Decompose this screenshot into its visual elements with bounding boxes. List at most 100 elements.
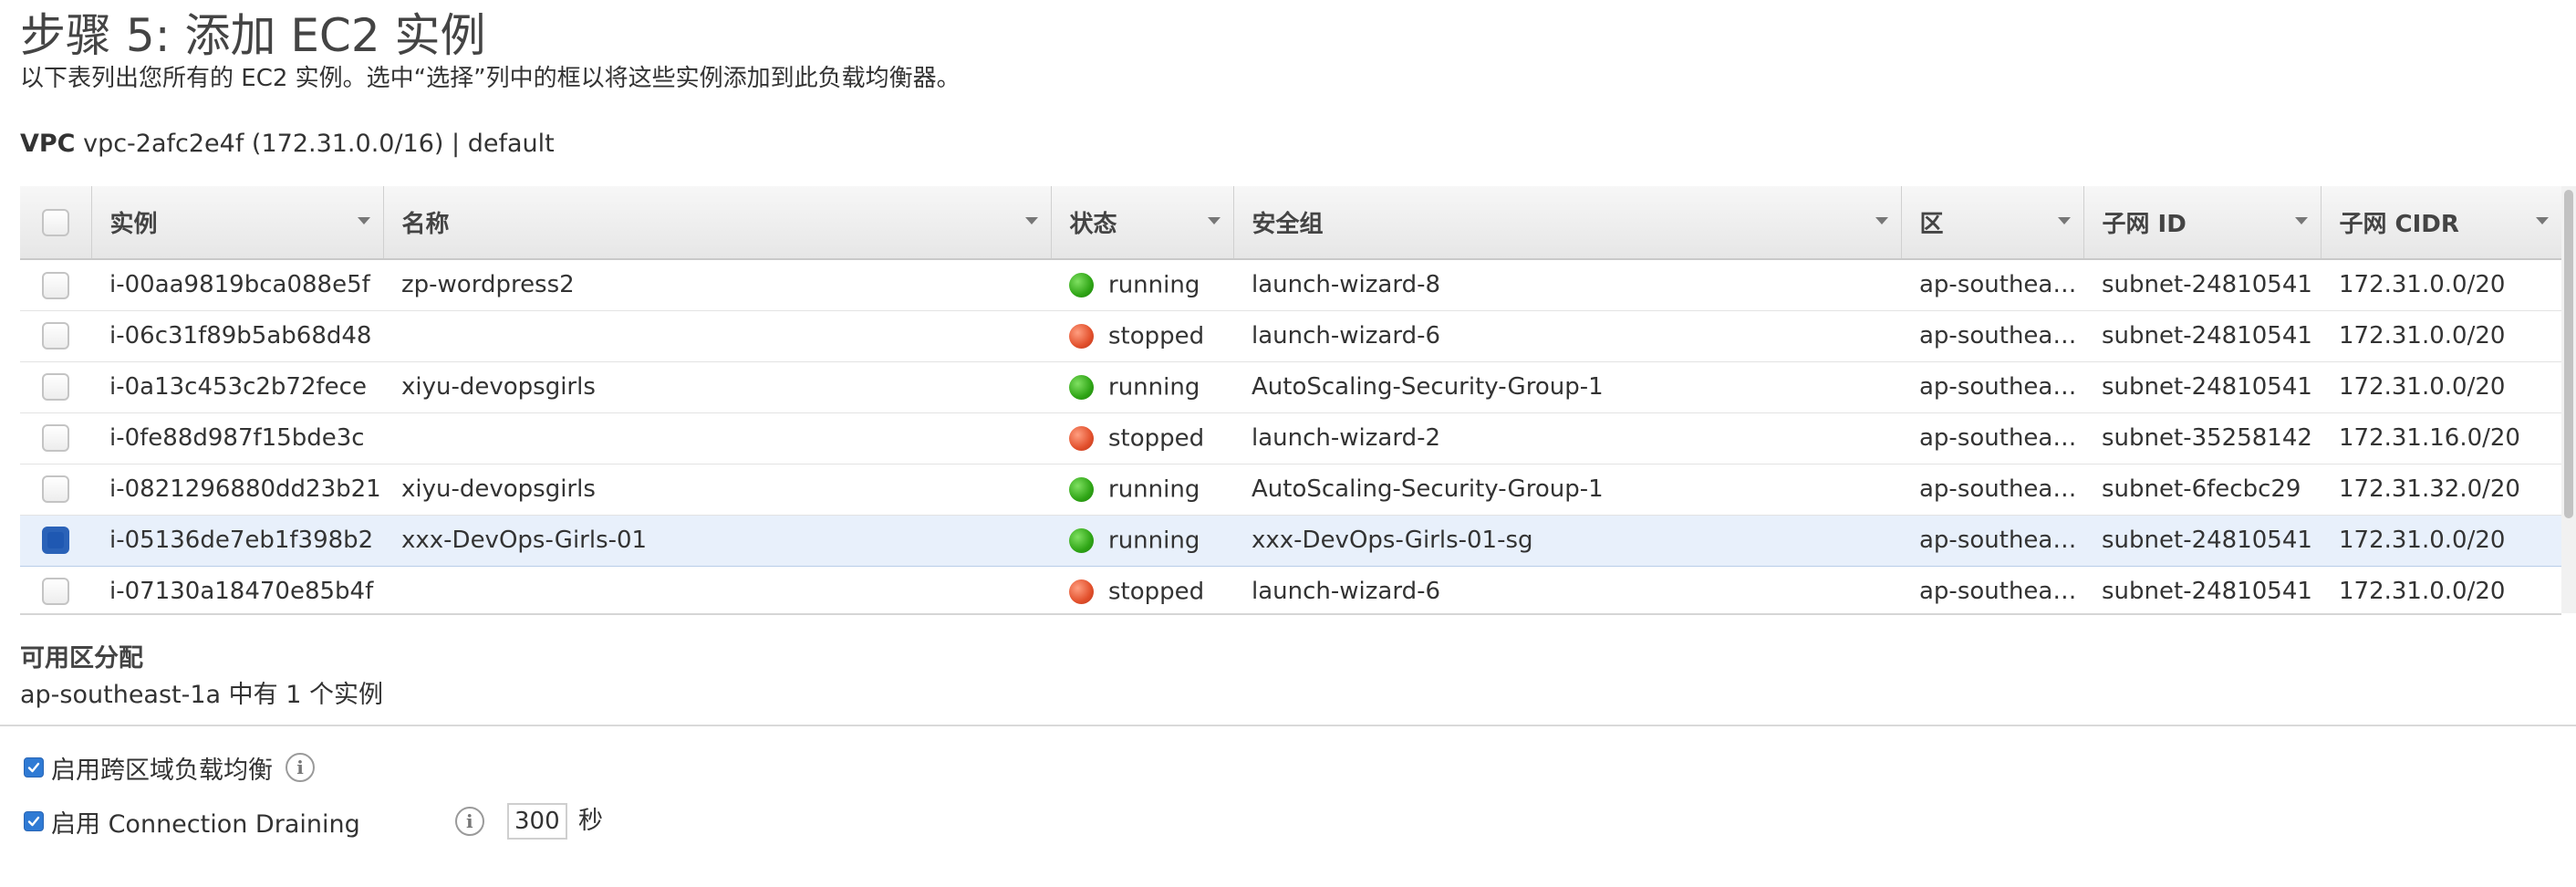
connection-draining-label[interactable]: 启用 Connection Draining [51, 804, 360, 840]
row-select-cell[interactable] [20, 566, 91, 613]
instance-state-cell: running [1051, 259, 1233, 310]
security-group-cell: AutoScaling-Security-Group-1 [1252, 373, 1604, 401]
row-select-cell[interactable] [20, 259, 91, 310]
zone-cell: ap-southeast-1a [1919, 322, 2083, 350]
zone-cell: ap-southeast-1c [1919, 475, 2083, 503]
instance-state-cell: stopped [1051, 310, 1233, 361]
instances-table: 实例 名称 状态 安全组 区 子网 ID 子网 CIDR i-00aa9819b… [20, 186, 2561, 613]
draining-timeout-unit: 秒 [578, 807, 603, 835]
column-header-subnet-cidr[interactable]: 子网 CIDR [2320, 186, 2561, 260]
table-row[interactable]: i-00aa9819bca088e5f zp-wordpress2 runnin… [20, 259, 2561, 310]
instance-name-cell: zp-wordpress2 [401, 271, 575, 299]
info-icon[interactable]: i [286, 753, 315, 782]
table-row[interactable]: i-06c31f89b5ab68d48 stopped launch-wizar… [20, 310, 2561, 361]
sort-caret-icon[interactable] [1024, 217, 1038, 224]
green-status-dot-icon [1069, 273, 1094, 297]
security-group-cell: launch-wizard-8 [1252, 271, 1440, 299]
row-checkbox[interactable] [42, 373, 69, 402]
select-all-header[interactable] [20, 186, 91, 260]
sort-caret-icon[interactable] [2536, 217, 2549, 224]
row-checkbox[interactable] [42, 578, 69, 606]
zone-cell: ap-southeast-1a [1919, 271, 2083, 299]
column-header-state[interactable]: 状态 [1050, 186, 1233, 260]
column-header-name[interactable]: 名称 [382, 186, 1051, 260]
checkmark-icon [27, 762, 40, 773]
sort-caret-icon[interactable] [2294, 217, 2308, 224]
sort-caret-icon[interactable] [357, 217, 370, 224]
subnet-id-cell: subnet-35258142 [2102, 424, 2312, 452]
subnet-cidr-cell: 172.31.0.0/20 [2339, 271, 2506, 299]
red-status-dot-icon [1069, 425, 1094, 451]
table-row[interactable]: i-05136de7eb1f398b2 xxx-DevOps-Girls-01 … [20, 515, 2561, 566]
row-select-cell[interactable] [20, 412, 91, 464]
instance-state-cell: stopped [1051, 412, 1233, 464]
zone-cell: ap-southeast-1a [1919, 373, 2083, 401]
table-scrollbar[interactable] [2561, 186, 2576, 613]
security-group-cell: xxx-DevOps-Girls-01-sg [1252, 527, 1533, 554]
connection-draining-checkbox[interactable] [24, 811, 44, 831]
cross-zone-checkbox[interactable] [24, 757, 44, 777]
security-group-cell: launch-wizard-6 [1252, 322, 1440, 350]
instance-state-cell: running [1051, 515, 1233, 566]
row-checkbox[interactable] [42, 322, 69, 350]
draining-timeout-input[interactable] [507, 803, 567, 840]
vpc-info: VPC vpc-2afc2e4f (172.31.0.0/16) | defau… [20, 128, 555, 161]
row-select-cell[interactable] [20, 310, 91, 361]
subnet-cidr-cell: 172.31.0.0/20 [2339, 322, 2506, 350]
instance-state-cell: running [1051, 464, 1233, 515]
subnet-cidr-cell: 172.31.0.0/20 [2339, 373, 2506, 401]
table-row[interactable]: i-0821296880dd23b21 xiyu-devopsgirls run… [20, 464, 2561, 515]
column-header-zone[interactable]: 区 [1900, 186, 2083, 260]
instance-id-cell: i-00aa9819bca088e5f [109, 271, 370, 299]
instance-state-cell: running [1051, 361, 1233, 412]
connection-draining-option: 启用 Connection Draining i [24, 803, 484, 840]
info-icon[interactable]: i [454, 807, 484, 836]
subnet-id-cell: subnet-24810541 [2102, 322, 2312, 350]
sort-caret-icon[interactable] [1207, 217, 1220, 224]
security-group-cell: launch-wizard-6 [1252, 578, 1440, 605]
column-header-subnet-id[interactable]: 子网 ID [2083, 186, 2321, 260]
row-checkbox[interactable] [42, 271, 69, 299]
green-status-dot-icon [1069, 476, 1094, 502]
row-select-cell[interactable] [20, 515, 91, 566]
column-header-security-group[interactable]: 安全组 [1232, 186, 1901, 260]
page-description: 以下表列出您所有的 EC2 实例。选中“选择”列中的框以将这些实例添加到此负载均… [20, 65, 961, 92]
subnet-cidr-cell: 172.31.32.0/20 [2339, 475, 2520, 503]
instance-state-cell: stopped [1051, 566, 1233, 613]
sort-caret-icon[interactable] [1875, 217, 1888, 224]
instance-id-cell: i-0821296880dd23b21 [109, 475, 381, 503]
vpc-value: vpc-2afc2e4f (172.31.0.0/16) | default [83, 130, 555, 158]
table-row[interactable]: i-0a13c453c2b72fece xiyu-devopsgirls run… [20, 361, 2561, 412]
subnet-cidr-cell: 172.31.16.0/20 [2339, 424, 2520, 452]
red-status-dot-icon [1069, 579, 1094, 604]
subnet-id-cell: subnet-24810541 [2102, 527, 2312, 554]
vpc-label: VPC [20, 130, 76, 158]
row-checkbox[interactable] [42, 527, 69, 555]
availability-zone-heading: 可用区分配 [20, 644, 143, 673]
green-status-dot-icon [1069, 527, 1094, 553]
instance-name-cell: xiyu-devopsgirls [401, 475, 596, 503]
subnet-id-cell: subnet-24810541 [2102, 373, 2312, 401]
instance-name-cell: xxx-DevOps-Girls-01 [401, 527, 648, 554]
table-row[interactable]: i-07130a18470e85b4f stopped launch-wizar… [20, 566, 2561, 613]
subnet-cidr-cell: 172.31.0.0/20 [2339, 578, 2506, 605]
sort-caret-icon[interactable] [2057, 217, 2071, 224]
cross-zone-label[interactable]: 启用跨区域负载均衡 [51, 750, 273, 786]
green-status-dot-icon [1069, 374, 1094, 400]
zone-cell: ap-southeast-1b [1919, 424, 2083, 452]
row-select-cell[interactable] [20, 464, 91, 515]
instance-id-cell: i-06c31f89b5ab68d48 [109, 322, 372, 350]
row-checkbox[interactable] [42, 424, 69, 453]
select-all-checkbox[interactable] [41, 208, 69, 236]
instance-id-cell: i-0fe88d987f15bde3c [109, 424, 365, 452]
subnet-id-cell: subnet-24810541 [2102, 578, 2312, 605]
instance-id-cell: i-07130a18470e85b4f [109, 578, 374, 605]
page-title: 步骤 5: 添加 EC2 实例 [20, 9, 486, 62]
section-divider [0, 725, 2576, 726]
row-select-cell[interactable] [20, 361, 91, 412]
row-checkbox[interactable] [42, 475, 69, 504]
column-header-instance[interactable]: 实例 [90, 186, 383, 260]
table-row[interactable]: i-0fe88d987f15bde3c stopped launch-wizar… [20, 412, 2561, 464]
instance-name-cell [383, 412, 1051, 464]
scrollbar-thumb[interactable] [2564, 190, 2573, 518]
